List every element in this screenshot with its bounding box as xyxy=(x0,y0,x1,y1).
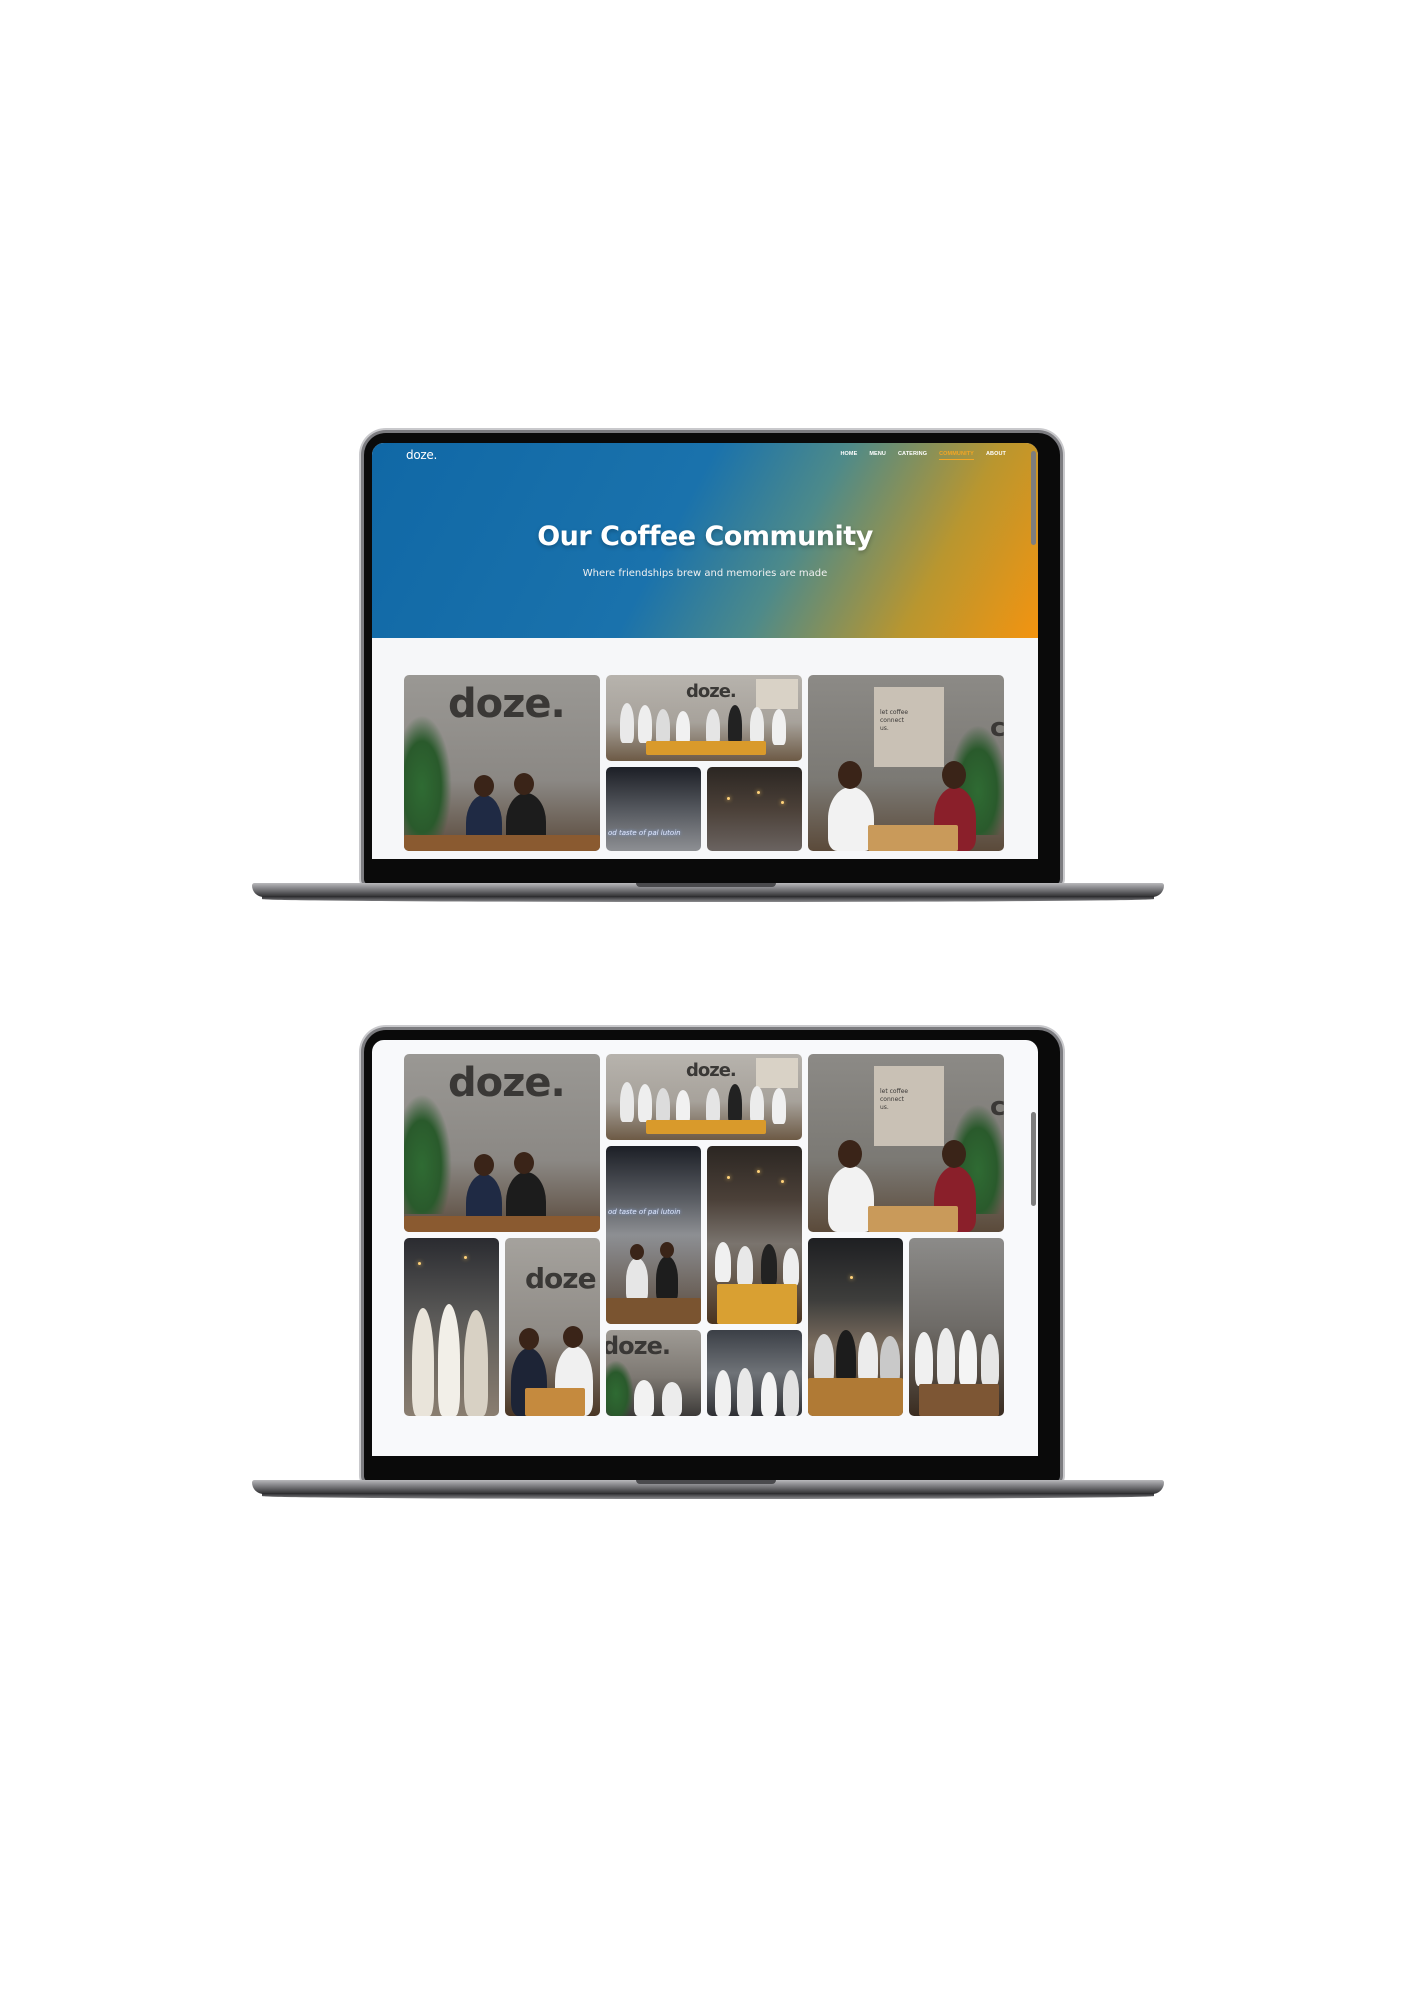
laptop-mockup-top: Our Coffee Community Where friendships b… xyxy=(0,433,1414,913)
gallery-photo[interactable]: od taste of pal lutoin xyxy=(606,1146,701,1324)
browser-screen: Our Coffee Community Where friendships b… xyxy=(372,443,1038,859)
gallery-photo[interactable]: doze. xyxy=(404,1054,600,1232)
laptop-notch xyxy=(636,883,776,887)
gallery-photo[interactable] xyxy=(909,1238,1004,1416)
gallery-photo[interactable] xyxy=(707,1330,802,1416)
browser-screen: doze. doze. let coffee connect us. od ta… xyxy=(372,1040,1038,1456)
gallery-photo[interactable]: doze. xyxy=(606,1054,802,1140)
laptop-notch xyxy=(636,1480,776,1484)
site-logo[interactable]: doze. xyxy=(406,448,437,462)
gallery-photo[interactable] xyxy=(808,1238,903,1416)
gallery-photo[interactable]: let coffee connect us. c xyxy=(808,675,1004,851)
scrollbar[interactable] xyxy=(1031,1112,1036,1206)
laptop-lid: doze. doze. let coffee connect us. od ta… xyxy=(364,1030,1060,1482)
photo-board-text: let coffee connect us. xyxy=(880,1088,909,1111)
photo-wall-logo: doze. xyxy=(686,1060,737,1081)
gallery-photo[interactable] xyxy=(707,1146,802,1324)
nav-about[interactable]: ABOUT xyxy=(986,451,1006,457)
photo-neon-sign: od taste of pal lutoin xyxy=(608,1208,681,1216)
gallery-photo[interactable]: doze. xyxy=(606,1330,701,1416)
hero-banner: Our Coffee Community Where friendships b… xyxy=(372,443,1038,638)
gallery-photo[interactable]: let coffee connect us. c xyxy=(808,1054,1004,1232)
gallery-photo[interactable] xyxy=(404,1238,499,1416)
laptop-mockup-bottom: doze. doze. let coffee connect us. od ta… xyxy=(0,1030,1414,1510)
page-subtitle: Where friendships brew and memories are … xyxy=(582,568,828,579)
gallery-photo[interactable]: doze xyxy=(505,1238,600,1416)
nav-links: HOME MENU CATERING COMMUNITY ABOUT xyxy=(840,451,1006,460)
nav-catering[interactable]: CATERING xyxy=(898,451,927,457)
photo-wall-logo: doze. xyxy=(686,681,737,702)
nav-menu[interactable]: MENU xyxy=(869,451,886,457)
photo-wall-logo: doze. xyxy=(448,1060,566,1106)
nav-home[interactable]: HOME xyxy=(840,451,857,457)
nav-community[interactable]: COMMUNITY xyxy=(939,451,974,460)
laptop-lid: Our Coffee Community Where friendships b… xyxy=(364,433,1060,885)
photo-board-text: let coffee connect us. xyxy=(880,709,909,732)
gallery-photo[interactable] xyxy=(707,767,802,851)
top-nav: doze. HOME MENU CATERING COMMUNITY ABOUT xyxy=(372,443,1038,467)
photo-wall-logo: doze xyxy=(525,1262,597,1295)
photo-neon-sign: od taste of pal lutoin xyxy=(608,829,681,837)
page-title: Our Coffee Community xyxy=(537,521,873,552)
photo-wall-logo: doze. xyxy=(448,681,566,727)
gallery-photo[interactable]: od taste of pal lutoin xyxy=(606,767,701,851)
photo-wall-logo: doze. xyxy=(606,1332,671,1360)
gallery-photo[interactable]: doze. xyxy=(606,675,802,761)
gallery-photo[interactable]: doze. xyxy=(404,675,600,851)
